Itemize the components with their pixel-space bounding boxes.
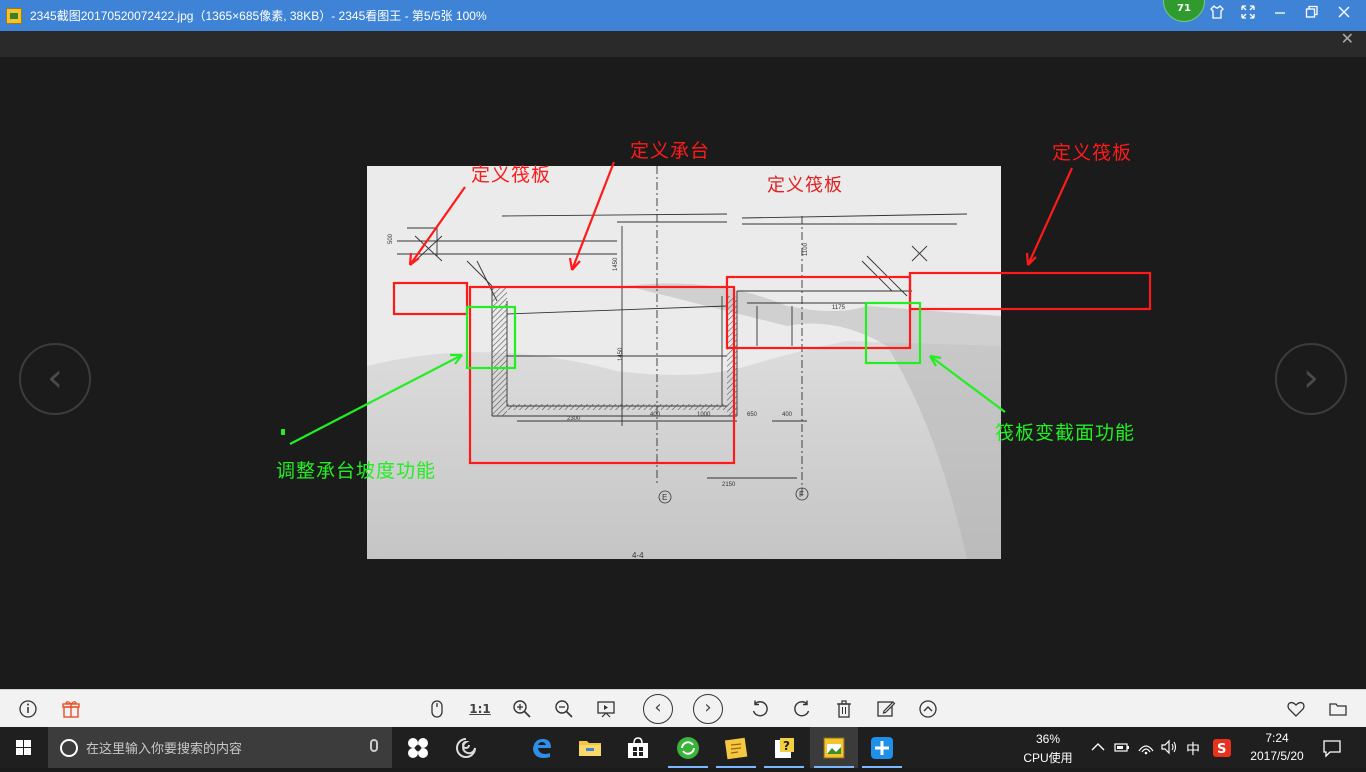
clock-time[interactable]: 7:24	[1250, 731, 1304, 745]
action-center-icon[interactable]	[1322, 738, 1342, 758]
swirl-icon	[456, 738, 476, 758]
expand-up-icon[interactable]	[916, 697, 940, 721]
viewer-bottom-toolbar: 1:1 ‹ ›	[0, 689, 1366, 727]
store-app[interactable]	[614, 727, 662, 768]
input-method-indicator[interactable]: 中	[1183, 739, 1203, 759]
annotation-raft-variable-section: 筏板变截面功能	[995, 423, 1136, 444]
red-arrow	[1026, 167, 1074, 266]
image-viewer-icon	[823, 737, 845, 759]
edge-icon	[533, 739, 551, 758]
browser-swirl-app[interactable]	[442, 727, 490, 768]
start-button[interactable]	[0, 727, 48, 768]
windows-taskbar: 在这里输入你要搜索的内容 ? 36% CPU使用 中 S 7:24 2017/5…	[0, 727, 1366, 768]
cpu-label: CPU使用	[1023, 751, 1073, 765]
previous-button[interactable]: ‹	[643, 694, 673, 724]
delete-icon[interactable]	[832, 697, 856, 721]
microphone-icon[interactable]	[370, 739, 378, 752]
file-explorer-app[interactable]	[566, 727, 614, 768]
blue-tool-app[interactable]	[858, 727, 906, 768]
blue-cross-icon	[871, 737, 893, 759]
svg-text:S: S	[1217, 742, 1226, 757]
annotation-overlay	[281, 161, 1152, 465]
green-refresh-icon	[677, 737, 699, 759]
clock-date[interactable]: 2017/5/20	[1243, 749, 1311, 763]
green-arrow	[929, 355, 1006, 413]
green-arrow	[289, 354, 463, 445]
cpu-percent: 36%	[1035, 732, 1061, 746]
annotation-pile-cap-slope: 调整承台坡度功能	[276, 461, 437, 482]
taskbar-search-box[interactable]: 在这里输入你要搜索的内容	[48, 727, 392, 768]
rotate-right-icon[interactable]	[790, 697, 814, 721]
rotate-left-icon[interactable]	[748, 697, 772, 721]
show-hidden-icons-icon[interactable]	[1090, 740, 1106, 754]
wifi-icon[interactable]	[1137, 739, 1155, 755]
slope-box	[465, 305, 517, 370]
edit-icon[interactable]	[874, 697, 898, 721]
green-mark	[281, 429, 285, 435]
favorite-heart-icon[interactable]	[1284, 697, 1308, 721]
slideshow-icon[interactable]	[594, 697, 618, 721]
svg-text:?: ?	[783, 739, 790, 753]
annotation-pile-cap: 定义承台	[630, 141, 711, 162]
red-arrow	[570, 161, 616, 271]
gift-icon[interactable]	[59, 697, 83, 721]
red-arrow	[409, 186, 466, 266]
task-view-app[interactable]	[394, 727, 442, 768]
help-question-icon: ?	[775, 738, 794, 758]
raft-box-right	[908, 271, 1152, 311]
sogou-input-icon[interactable]: S	[1212, 738, 1232, 758]
volume-icon[interactable]	[1160, 739, 1178, 755]
notes-app[interactable]	[712, 727, 760, 768]
store-bag-icon	[628, 737, 648, 758]
zoom-in-icon[interactable]	[510, 697, 534, 721]
help-app[interactable]: ?	[760, 727, 808, 768]
360-browser-app[interactable]	[664, 727, 712, 768]
windows-logo-icon	[16, 740, 31, 755]
open-folder-icon[interactable]	[1326, 697, 1350, 721]
info-icon[interactable]	[16, 697, 40, 721]
folder-icon	[579, 741, 601, 756]
raft-box-middle	[725, 275, 912, 350]
pile-cap-box	[468, 285, 736, 465]
search-placeholder: 在这里输入你要搜索的内容	[86, 741, 243, 756]
annotation-raft-left: 定义筏板	[471, 165, 552, 186]
next-button[interactable]: ›	[693, 694, 723, 724]
variable-section-box	[864, 301, 922, 365]
zoom-out-icon[interactable]	[552, 697, 576, 721]
annotation-raft-right: 定义筏板	[1052, 143, 1133, 164]
cortana-icon	[60, 738, 78, 757]
raft-box-left	[392, 281, 469, 316]
mouse-icon[interactable]	[425, 697, 449, 721]
notepad-icon	[724, 737, 748, 760]
actual-size-button[interactable]: 1:1	[468, 697, 492, 721]
battery-icon[interactable]	[1113, 740, 1131, 754]
2345-viewer-app[interactable]	[810, 727, 858, 768]
edge-app[interactable]	[518, 727, 566, 768]
pinwheel-icon	[408, 738, 428, 758]
